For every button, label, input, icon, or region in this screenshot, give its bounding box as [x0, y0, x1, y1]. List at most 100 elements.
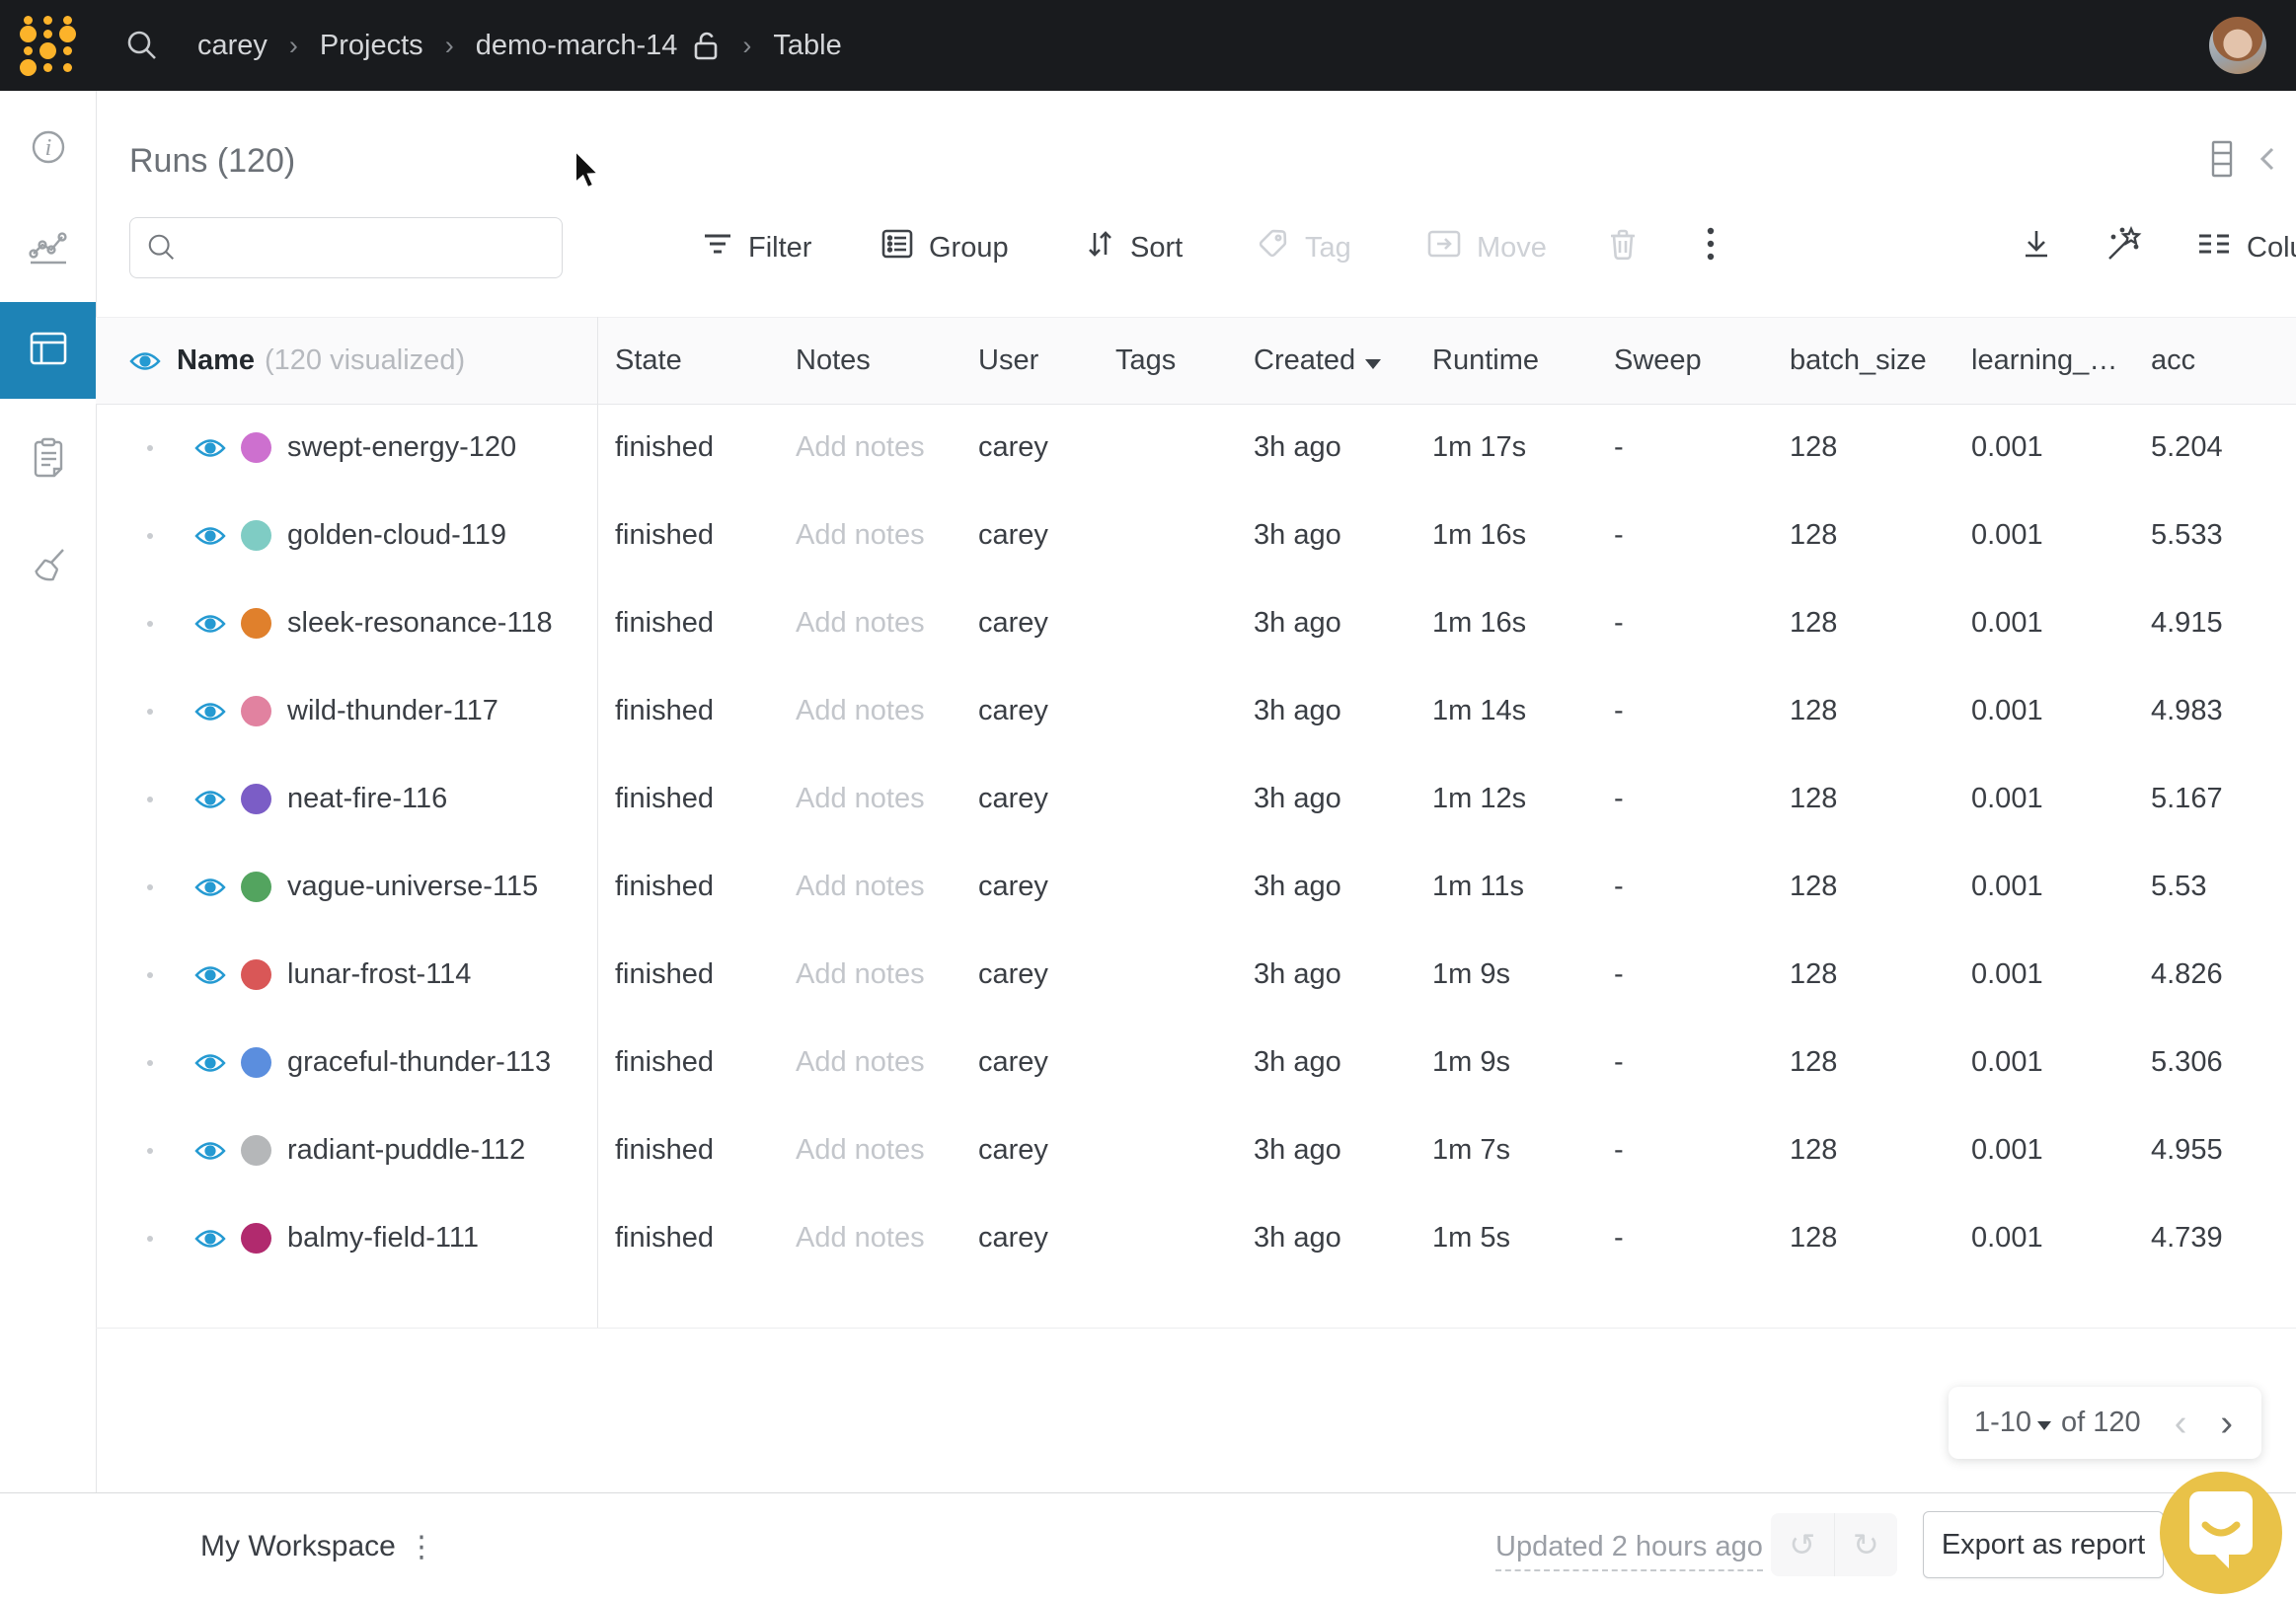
table-row[interactable]: neat-fire-116finishedAdd notescarey3h ag… — [96, 755, 2296, 843]
panel-layout-icon[interactable] — [2209, 138, 2235, 185]
table-row[interactable]: golden-cloud-119finishedAdd notescarey3h… — [96, 492, 2296, 579]
sidebar-item-notes[interactable] — [0, 422, 96, 495]
visibility-eye-icon[interactable] — [193, 700, 227, 723]
sort-button[interactable]: Sort — [1083, 215, 1183, 280]
columns-button[interactable]: Columns — [2195, 215, 2296, 280]
table-row[interactable]: graceful-thunder-113finishedAdd notescar… — [96, 1019, 2296, 1106]
column-header-user[interactable]: User — [960, 344, 1098, 377]
cell-notes[interactable]: Add notes — [778, 871, 960, 903]
sidebar-item-sweeps[interactable] — [0, 531, 96, 604]
table-row[interactable]: balmy-field-111finishedAdd notescarey3h … — [96, 1194, 2296, 1282]
run-name-link[interactable]: graceful-thunder-113 — [287, 1046, 551, 1079]
breadcrumb-page[interactable]: Table — [773, 30, 841, 62]
sidebar-item-table[interactable] — [0, 302, 96, 399]
run-name-link[interactable]: swept-energy-120 — [287, 431, 516, 464]
sidebar-item-overview[interactable]: i — [0, 113, 96, 186]
cell-notes[interactable]: Add notes — [778, 1046, 960, 1079]
cell-sweep: - — [1596, 431, 1772, 464]
run-name-link[interactable]: vague-universe-115 — [287, 871, 538, 903]
table-row[interactable]: lunar-frost-114finishedAdd notescarey3h … — [96, 931, 2296, 1019]
download-button[interactable] — [2018, 215, 2055, 280]
run-name-link[interactable]: balmy-field-111 — [287, 1222, 479, 1255]
cell-notes[interactable]: Add notes — [778, 783, 960, 815]
table-row[interactable]: sleek-resonance-118finishedAdd notescare… — [96, 579, 2296, 667]
run-name-link[interactable]: wild-thunder-117 — [287, 695, 498, 727]
table-row[interactable]: swept-energy-120finishedAdd notescarey3h… — [96, 404, 2296, 492]
runs-search-input[interactable] — [191, 231, 552, 265]
cell-notes[interactable]: Add notes — [778, 1134, 960, 1167]
breadcrumb-user[interactable]: carey — [197, 30, 268, 62]
drag-handle[interactable] — [147, 884, 153, 890]
visibility-eye-icon[interactable] — [193, 963, 227, 987]
column-header-sweep[interactable]: Sweep — [1596, 344, 1772, 377]
drag-handle[interactable] — [147, 972, 153, 978]
column-header-created[interactable]: Created — [1236, 344, 1415, 377]
group-button[interactable]: Group — [880, 215, 1009, 280]
drag-handle[interactable] — [147, 621, 153, 627]
move-button[interactable]: Move — [1425, 215, 1547, 280]
tag-button[interactable]: Tag — [1256, 215, 1351, 280]
table-row[interactable]: vague-universe-115finishedAdd notescarey… — [96, 843, 2296, 931]
visibility-eye-icon[interactable] — [193, 1139, 227, 1163]
drag-handle[interactable] — [147, 709, 153, 715]
export-as-report-button[interactable]: Export as report — [1923, 1511, 2164, 1578]
cell-notes[interactable]: Add notes — [778, 1222, 960, 1255]
filter-button[interactable]: Filter — [701, 215, 811, 280]
run-name-link[interactable]: sleek-resonance-118 — [287, 607, 553, 640]
column-header-notes[interactable]: Notes — [778, 344, 960, 377]
drag-handle[interactable] — [147, 797, 153, 802]
visibility-eye-icon[interactable] — [193, 1227, 227, 1251]
global-search-icon[interactable] — [124, 28, 160, 63]
drag-handle[interactable] — [147, 445, 153, 451]
drag-handle[interactable] — [147, 1236, 153, 1242]
cell-notes[interactable]: Add notes — [778, 519, 960, 552]
breadcrumb-projects[interactable]: Projects — [320, 30, 423, 62]
visibility-eye-icon[interactable] — [193, 876, 227, 899]
visibility-eye-icon[interactable] — [193, 612, 227, 636]
table-row[interactable]: radiant-puddle-112finishedAdd notescarey… — [96, 1106, 2296, 1194]
column-header-name[interactable]: Name (120 visualized) — [96, 344, 597, 377]
column-header-runtime[interactable]: Runtime — [1415, 344, 1596, 377]
column-header-acc[interactable]: acc — [2133, 344, 2296, 377]
cell-notes[interactable]: Add notes — [778, 607, 960, 640]
run-name-link[interactable]: neat-fire-116 — [287, 783, 447, 815]
drag-handle[interactable] — [147, 1060, 153, 1066]
column-divider[interactable] — [597, 317, 598, 1328]
breadcrumb-project-name[interactable]: demo-march-14 — [476, 30, 678, 62]
visibility-eye-icon[interactable] — [193, 436, 227, 460]
collapse-panel-icon[interactable] — [2257, 142, 2278, 181]
redo-button[interactable]: ↻ — [1835, 1513, 1898, 1576]
undo-button[interactable]: ↺ — [1771, 1513, 1835, 1576]
run-name-link[interactable]: radiant-puddle-112 — [287, 1134, 525, 1167]
visibility-eye-icon[interactable] — [193, 788, 227, 811]
drag-handle[interactable] — [147, 533, 153, 539]
user-avatar[interactable] — [2209, 17, 2266, 74]
page-range-selector[interactable]: 1-10 — [1974, 1407, 2051, 1439]
runs-search[interactable] — [129, 217, 563, 278]
cell-notes[interactable]: Add notes — [778, 695, 960, 727]
workspace-menu-button[interactable]: ⋮ — [407, 1493, 436, 1599]
column-header-tags[interactable]: Tags — [1098, 344, 1236, 377]
cell-notes[interactable]: Add notes — [778, 958, 960, 991]
column-header-learning-rate[interactable]: learning_… — [1953, 344, 2133, 377]
cell-user: carey — [960, 431, 1098, 464]
visibility-eye-icon[interactable] — [193, 1051, 227, 1075]
visibility-eye-icon[interactable] — [128, 349, 162, 373]
cell-notes[interactable]: Add notes — [778, 431, 960, 464]
drag-handle[interactable] — [147, 1148, 153, 1154]
next-page-button[interactable]: › — [2220, 1405, 2233, 1442]
top-navigation-bar: carey › Projects › demo-march-14 › Table — [0, 0, 2296, 91]
magic-wand-button[interactable] — [2103, 215, 2146, 280]
sidebar-item-charts[interactable] — [0, 213, 96, 286]
table-row[interactable]: wild-thunder-117finishedAdd notescarey3h… — [96, 667, 2296, 755]
chat-support-button[interactable] — [2160, 1472, 2282, 1594]
prev-page-button[interactable]: ‹ — [2175, 1405, 2187, 1442]
run-name-link[interactable]: lunar-frost-114 — [287, 958, 471, 991]
visibility-eye-icon[interactable] — [193, 524, 227, 548]
column-header-batch-size[interactable]: batch_size — [1772, 344, 1953, 377]
delete-button[interactable] — [1606, 215, 1640, 280]
more-actions-button[interactable] — [1706, 215, 1716, 280]
run-name-link[interactable]: golden-cloud-119 — [287, 519, 506, 552]
wandb-logo-icon[interactable] — [18, 15, 77, 76]
column-header-state[interactable]: State — [597, 344, 778, 377]
